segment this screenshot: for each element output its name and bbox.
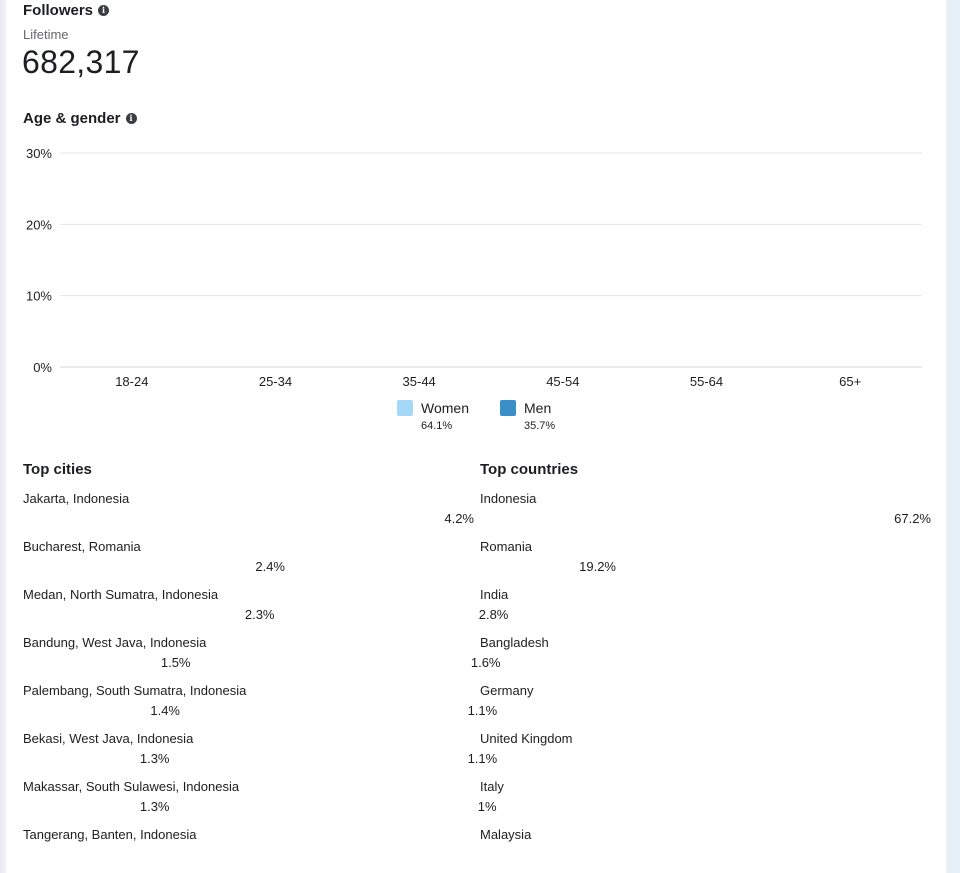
y-tick-label: 30%	[26, 146, 52, 161]
x-tick-label: 35-44	[403, 374, 436, 389]
list-item-name: India	[480, 587, 509, 602]
list-item-percentage: 1.4%	[150, 703, 180, 718]
list-item: Malaysia	[480, 825, 931, 873]
list-item: United Kingdom 1.1%	[468, 729, 931, 777]
list-item-percentage: 1.3%	[139, 751, 170, 766]
list-item-name: Medan, North Sumatra, Indonesia	[23, 587, 219, 602]
list-item: Indonesia 67.2%	[480, 489, 931, 537]
list-item-name: Jakarta, Indonesia	[23, 491, 130, 506]
y-tick-label: 20%	[26, 217, 52, 232]
list-item-name: Bangladesh	[480, 635, 549, 650]
x-tick-label: 25-34	[259, 374, 292, 389]
list-item: Jakarta, Indonesia 4.2%	[23, 489, 474, 537]
list-item: Bucharest, Romania 2.4%	[23, 537, 474, 585]
legend-item-men[interactable]: Men 35.7%	[500, 400, 555, 432]
top-countries-list: Indonesia 67.2% Romania 19.2% India 2.8% Bangl…	[468, 489, 931, 873]
legend-women-value: 64.1%	[421, 420, 453, 432]
y-tick-label: 10%	[26, 289, 52, 304]
legend-men-value: 35.7%	[524, 420, 556, 432]
list-item-percentage: 2.3%	[244, 607, 275, 622]
followers-period: Lifetime	[23, 27, 69, 42]
list-item: Palembang, South Sumatra, Indonesia 1.4%	[23, 681, 474, 729]
x-tick-label: 18-24	[115, 374, 148, 389]
list-item-percentage: 1.6%	[470, 655, 501, 670]
list-item-percentage: 1.5%	[160, 655, 191, 670]
list-item: Germany 1.1%	[468, 681, 931, 729]
list-item-name: Bandung, West Java, Indonesia	[23, 635, 207, 650]
list-item-name: Bucharest, Romania	[23, 539, 141, 554]
list-item-percentage: 1.1%	[467, 751, 498, 766]
list-item: Tangerang, Banten, Indonesia	[23, 825, 474, 873]
info-icon[interactable]: i	[125, 113, 137, 124]
list-item-name: Indonesia	[480, 491, 537, 506]
info-icon[interactable]: i	[98, 5, 110, 16]
list-item-name: Tangerang, Banten, Indonesia	[23, 827, 197, 842]
list-item-percentage: 1.1%	[467, 703, 498, 718]
list-item: Bangladesh 1.6%	[471, 633, 931, 681]
y-tick-label: 0%	[33, 360, 52, 375]
list-item: Makassar, South Sulawesi, Indonesia 1.3%	[23, 777, 474, 825]
list-item: Romania 19.2%	[480, 537, 931, 585]
list-item-percentage: 2.8%	[478, 607, 509, 622]
followers-title: Followers	[23, 2, 94, 19]
x-tick-label: 65+	[839, 374, 861, 389]
age-gender-chart: 0% 10% 20% 30% 18-24 25-34 35-44 45-54 55-64 65+	[26, 146, 922, 389]
list-item-percentage: 19.2%	[579, 559, 616, 574]
list-item-percentage: 4.2%	[444, 511, 474, 526]
list-item-name: Italy	[480, 779, 504, 794]
list-item: India 2.8%	[478, 585, 931, 633]
legend-women-label: Women	[421, 400, 469, 416]
men-swatch	[500, 400, 516, 416]
list-item: Medan, North Sumatra, Indonesia 2.3%	[23, 585, 474, 633]
list-item-name: Makassar, South Sulawesi, Indonesia	[23, 779, 240, 794]
followers-total: 682,317	[22, 44, 140, 80]
list-item-name: Bekasi, West Java, Indonesia	[23, 731, 194, 746]
legend-item-women[interactable]: Women 64.1%	[397, 400, 469, 432]
x-tick-label: 45-54	[546, 374, 579, 389]
list-item: Bekasi, West Java, Indonesia 1.3%	[23, 729, 474, 777]
list-item-name: Romania	[480, 539, 533, 554]
x-tick-label: 55-64	[690, 374, 723, 389]
list-item-name: Malaysia	[480, 827, 532, 842]
age-gender-title: Age & gender	[23, 110, 121, 127]
list-item-name: Palembang, South Sumatra, Indonesia	[23, 683, 247, 698]
age-gender-heading: Age & gender i	[23, 110, 137, 127]
list-item-percentage: 1.3%	[139, 799, 170, 814]
followers-heading: Followers i	[23, 2, 110, 19]
list-item-name: Germany	[480, 683, 534, 698]
list-item-percentage: 2.4%	[255, 559, 285, 574]
list-item: Bandung, West Java, Indonesia 1.5%	[23, 633, 474, 681]
women-swatch	[397, 400, 413, 416]
top-cities-title: Top cities	[23, 461, 92, 478]
list-item: Italy 1%	[477, 777, 931, 825]
list-item-percentage: 1%	[477, 799, 497, 814]
legend-men-label: Men	[524, 400, 552, 416]
list-item-name: United Kingdom	[480, 731, 573, 746]
top-countries-title: Top countries	[480, 461, 579, 478]
list-item-percentage: 67.2%	[894, 511, 931, 526]
top-cities-list: Jakarta, Indonesia 4.2% Bucharest, Romania…	[23, 489, 474, 873]
